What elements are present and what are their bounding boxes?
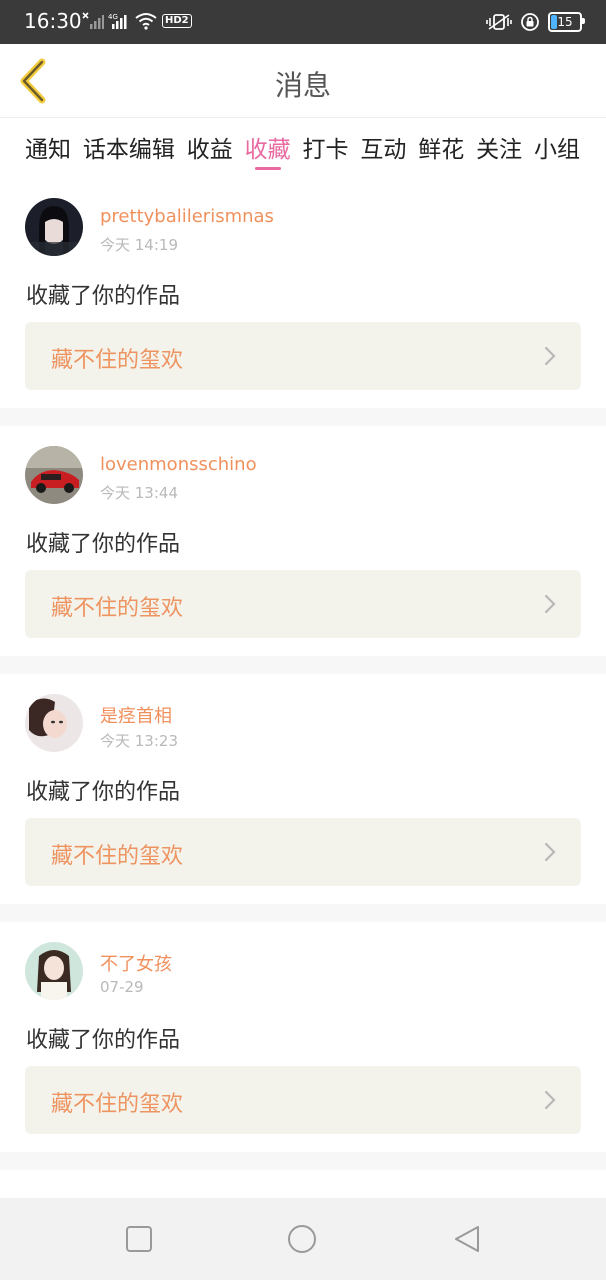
avatar[interactable] bbox=[25, 942, 83, 1000]
tab-interactions[interactable]: 互动 bbox=[360, 118, 406, 178]
status-icons-left: 4G HD2 bbox=[82, 12, 192, 30]
lock-rotation-icon bbox=[521, 13, 539, 31]
username[interactable]: lovenmonsschino bbox=[100, 454, 257, 475]
work-title: 藏不住的玺欢 bbox=[51, 844, 184, 869]
message-text: 收藏了你的作品 bbox=[26, 532, 181, 557]
timestamp: 今天 14:19 bbox=[100, 236, 178, 254]
work-link[interactable]: 藏不住的玺欢 bbox=[25, 322, 581, 390]
message-text: 收藏了你的作品 bbox=[26, 780, 181, 805]
list-item: 不了女孩 07-29 收藏了你的作品 藏不住的玺欢 bbox=[0, 922, 606, 1152]
tab-follows[interactable]: 关注 bbox=[476, 118, 522, 178]
status-time: 16:30 bbox=[24, 9, 82, 33]
timestamp: 今天 13:23 bbox=[100, 732, 178, 750]
tab-earnings[interactable]: 收益 bbox=[187, 118, 233, 178]
tab-groups[interactable]: 小组 bbox=[534, 118, 580, 178]
work-link[interactable]: 藏不住的玺欢 bbox=[25, 1066, 581, 1134]
vibrate-icon bbox=[486, 14, 512, 30]
timestamp: 07-29 bbox=[100, 978, 144, 996]
tab-favorites[interactable]: 收藏 bbox=[245, 118, 291, 178]
list-item: lovenmonsschino 今天 13:44 收藏了你的作品 藏不住的玺欢 bbox=[0, 426, 606, 656]
message-text: 收藏了你的作品 bbox=[26, 1028, 181, 1053]
tab-flowers[interactable]: 鲜花 bbox=[418, 118, 464, 178]
wifi-icon bbox=[135, 13, 157, 30]
app-header: 消息 bbox=[0, 44, 606, 118]
work-title: 藏不住的玺欢 bbox=[51, 596, 184, 621]
status-icons-right: 15 bbox=[486, 12, 585, 32]
work-title: 藏不住的玺欢 bbox=[51, 1092, 184, 1117]
chevron-right-icon bbox=[544, 1090, 556, 1110]
signal-4g-icon: 4G bbox=[108, 13, 127, 29]
circle-home-icon[interactable] bbox=[287, 1224, 317, 1254]
work-link[interactable]: 藏不住的玺欢 bbox=[25, 818, 581, 886]
message-text: 收藏了你的作品 bbox=[26, 284, 181, 309]
triangle-back-icon[interactable] bbox=[452, 1224, 482, 1254]
chevron-right-icon bbox=[544, 594, 556, 614]
tab-bar: 通知 话本编辑 收益 收藏 打卡 互动 鲜花 关注 小组 bbox=[0, 118, 606, 178]
status-bar: 16:30 4G HD2 15 bbox=[0, 0, 606, 44]
avatar[interactable] bbox=[25, 694, 83, 752]
hd-icon: HD2 bbox=[162, 14, 192, 28]
work-title: 藏不住的玺欢 bbox=[51, 348, 184, 373]
tab-checkin[interactable]: 打卡 bbox=[303, 118, 349, 178]
work-link[interactable]: 藏不住的玺欢 bbox=[25, 570, 581, 638]
username[interactable]: 是痉首相 bbox=[100, 702, 172, 728]
tab-story-edit[interactable]: 话本编辑 bbox=[83, 118, 175, 178]
signal-x-icon bbox=[82, 12, 104, 29]
page-title: 消息 bbox=[274, 69, 331, 102]
avatar[interactable] bbox=[25, 198, 83, 256]
avatar[interactable] bbox=[25, 446, 83, 504]
network-label: 4G bbox=[108, 13, 118, 21]
chevron-right-icon bbox=[544, 842, 556, 862]
square-icon[interactable] bbox=[124, 1224, 154, 1254]
username[interactable]: 不了女孩 bbox=[100, 950, 172, 976]
timestamp: 今天 13:44 bbox=[100, 484, 178, 502]
system-nav-bar bbox=[0, 1198, 606, 1280]
tab-notifications[interactable]: 通知 bbox=[25, 118, 71, 178]
battery-icon: 15 bbox=[548, 12, 585, 32]
chevron-right-icon bbox=[544, 346, 556, 366]
list-item: 是痉首相 今天 13:23 收藏了你的作品 藏不住的玺欢 bbox=[0, 674, 606, 904]
battery-level: 15 bbox=[557, 15, 573, 29]
username[interactable]: prettybalilerismnas bbox=[100, 206, 274, 227]
list-item: prettybalilerismnas 今天 14:19 收藏了你的作品 藏不住… bbox=[0, 178, 606, 408]
